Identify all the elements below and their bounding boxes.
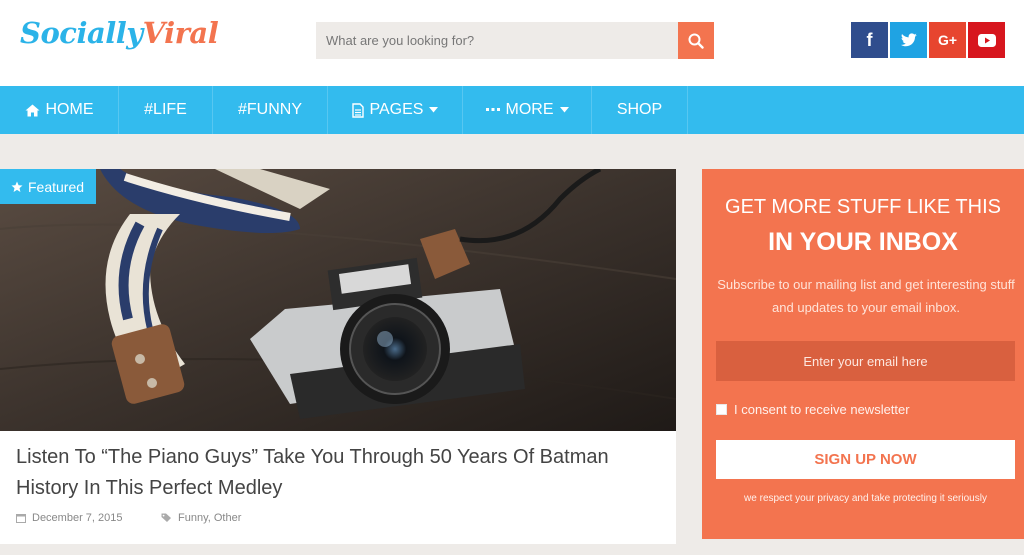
youtube-icon — [977, 33, 996, 47]
site-logo[interactable]: SociallyViral — [20, 16, 219, 50]
widget-description: Subscribe to our mailing list and get in… — [717, 277, 1015, 315]
widget-title-line1: GET MORE STUFF LIKE THIS — [725, 196, 1001, 218]
nav-label-life: #LIFE — [144, 101, 187, 118]
nav-item-life[interactable]: #LIFE — [119, 86, 213, 134]
youtube-button[interactable] — [968, 22, 1005, 58]
star-icon — [11, 181, 23, 192]
nav-item-pages[interactable]: PAGES — [328, 86, 463, 134]
nav-label-home: HOME — [45, 101, 94, 118]
nav-label-pages: PAGES — [369, 101, 424, 118]
twitter-button[interactable] — [890, 22, 927, 58]
nav-item-shop[interactable]: SHOP — [592, 86, 688, 134]
ellipsis-icon — [485, 108, 500, 111]
google-plus-icon: G+ — [937, 32, 958, 48]
search-bar — [316, 22, 714, 59]
nav-label-shop: SHOP — [616, 101, 663, 118]
home-icon — [25, 104, 39, 116]
nav-item-funny[interactable]: #FUNNY — [213, 86, 328, 134]
logo-text-socially: Socially — [20, 16, 143, 50]
post-title[interactable]: Listen To “The Piano Guys” Take You Thro… — [16, 442, 656, 504]
logo-text-viral: Viral — [142, 16, 219, 50]
tag-icon — [161, 513, 171, 522]
nav-label-more: MORE — [505, 101, 554, 118]
search-button[interactable] — [678, 22, 714, 59]
nav-label-funny: #FUNNY — [237, 101, 302, 118]
nav-item-more[interactable]: MORE — [463, 86, 592, 134]
post-tags-text[interactable]: Funny, Other — [178, 512, 241, 524]
featured-badge: Featured — [0, 169, 96, 204]
consent-row: I consent to receive newsletter — [716, 402, 910, 417]
main-nav: HOME #LIFE #FUNNY PAGES MORE SHOP — [0, 86, 1024, 134]
twitter-icon — [900, 33, 917, 47]
search-icon — [688, 33, 704, 49]
facebook-button[interactable]: f — [851, 22, 888, 58]
facebook-icon: f — [866, 29, 873, 50]
consent-checkbox[interactable] — [716, 404, 727, 415]
consent-label: I consent to receive newsletter — [734, 402, 910, 417]
calendar-icon — [16, 514, 26, 523]
post-tags: Funny, Other — [161, 512, 241, 524]
sign-up-button[interactable]: SIGN UP NOW — [716, 440, 1015, 479]
site-header: SociallyViral f G+ — [0, 0, 1024, 86]
caret-down-icon — [559, 107, 569, 113]
document-icon — [351, 102, 364, 118]
widget-title-line2: IN YOUR INBOX — [768, 228, 958, 256]
post-date: December 7, 2015 — [16, 512, 123, 524]
caret-down-icon — [429, 107, 439, 113]
search-input[interactable] — [316, 22, 678, 59]
featured-image[interactable] — [0, 169, 676, 431]
google-plus-button[interactable]: G+ — [929, 22, 966, 58]
camera-photo — [0, 169, 676, 431]
email-field[interactable] — [716, 341, 1015, 381]
nav-item-home[interactable]: HOME — [0, 86, 119, 134]
featured-badge-label: Featured — [28, 178, 85, 195]
post-date-text: December 7, 2015 — [32, 512, 123, 524]
privacy-note: we respect your privacy and take protect… — [744, 493, 987, 504]
